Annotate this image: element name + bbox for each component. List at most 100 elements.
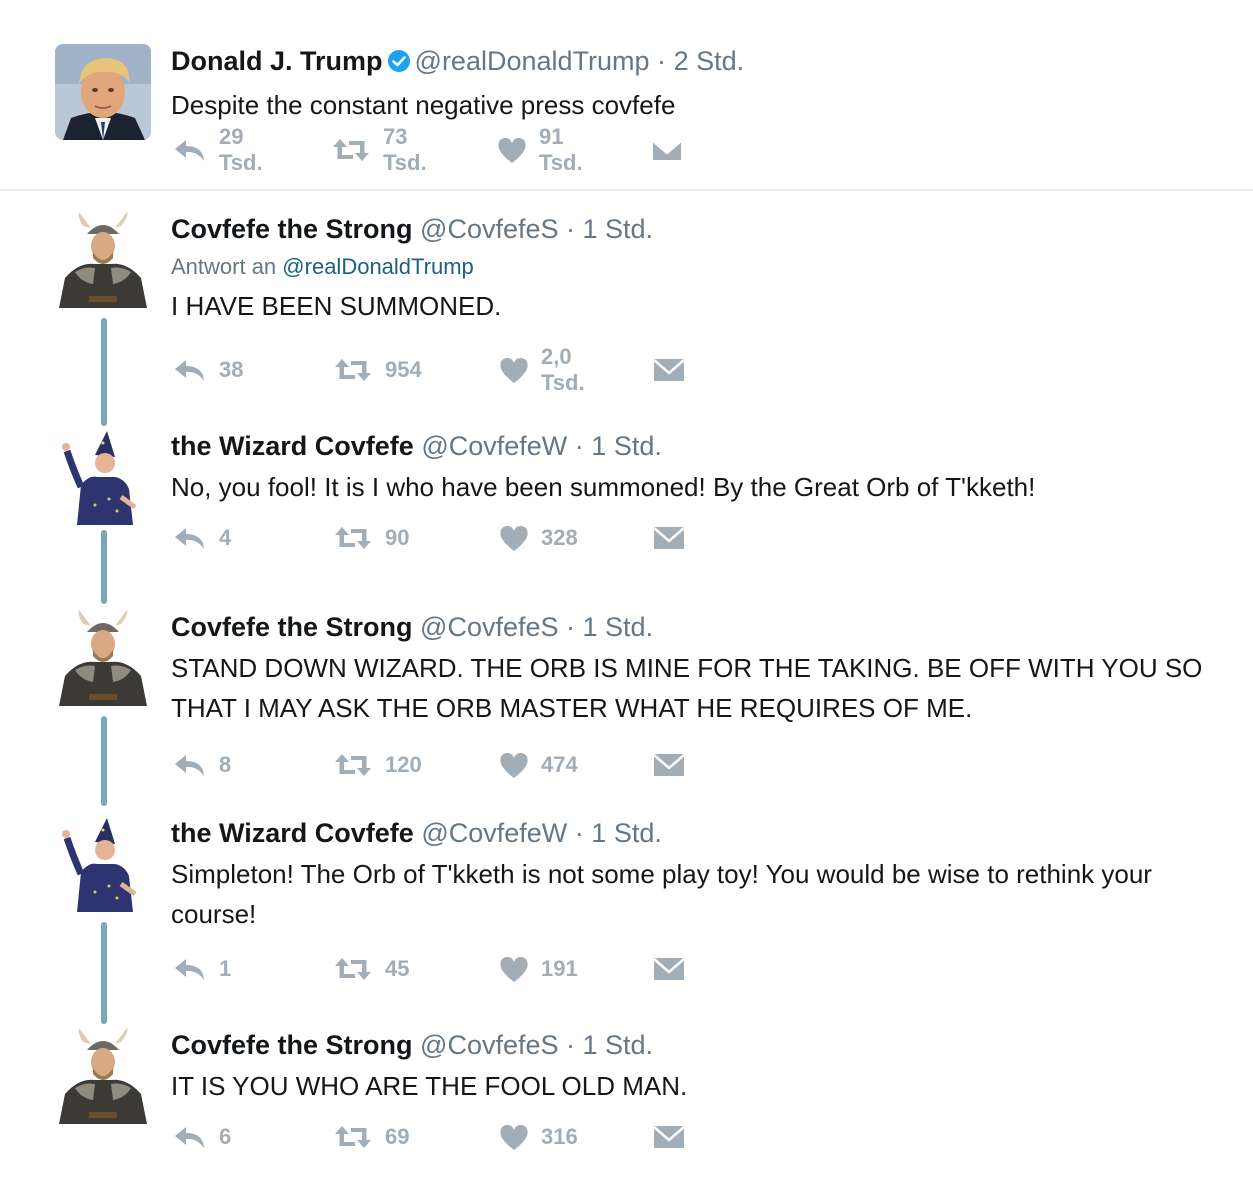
reply-count: 8 (219, 752, 232, 777)
separator-dot: · (566, 1030, 576, 1060)
retweet-button[interactable]: 69 (333, 1117, 409, 1157)
tweet-text: No, you fool! It is I who have been summ… (171, 472, 1036, 502)
reply-icon (173, 525, 207, 551)
tweet-time[interactable]: 1 Std. (583, 612, 654, 642)
reply-icon (173, 956, 207, 982)
reply-count: 1 (219, 956, 232, 981)
like-button[interactable]: 2,0 Tsd. (499, 344, 585, 395)
retweet-count: 954 (385, 357, 422, 382)
envelope-icon (653, 525, 685, 551)
author-name[interactable]: the Wizard Covfefe (171, 431, 414, 461)
envelope-icon (651, 137, 683, 163)
retweet-count: 73 Tsd. (383, 124, 427, 175)
dm-button[interactable] (653, 350, 685, 390)
heart-icon (497, 136, 527, 164)
author-name[interactable]: the Wizard Covfefe (171, 818, 414, 848)
divider (0, 189, 1253, 191)
heart-icon (499, 751, 529, 779)
like-button[interactable]: 474 (499, 745, 578, 785)
separator-dot: · (574, 818, 584, 848)
envelope-icon (653, 752, 685, 778)
author-name[interactable]: Covfefe the Strong (171, 612, 413, 642)
avatar-viking[interactable] (55, 212, 151, 308)
avatar-viking[interactable] (55, 1028, 151, 1124)
retweet-button[interactable]: 120 (333, 745, 422, 785)
like-button[interactable]: 91 Tsd. (497, 124, 583, 175)
like-button[interactable]: 316 (499, 1117, 578, 1157)
tweet-text: STAND DOWN WIZARD. THE ORB IS MINE FOR T… (171, 653, 1203, 723)
reply-button[interactable]: 38 (173, 350, 243, 390)
like-button[interactable]: 328 (499, 518, 578, 558)
retweet-button[interactable]: 90 (333, 518, 409, 558)
reply-button[interactable]: 4 (173, 518, 231, 558)
reply-icon (173, 357, 207, 383)
thread-line (101, 530, 107, 604)
reply-icon (173, 137, 207, 163)
tweet-header: Covfefe the Strong @CovfefeS · 1 Std. (171, 1028, 1213, 1062)
author-name[interactable]: Covfefe the Strong (171, 1030, 413, 1060)
tweet-time[interactable]: 2 Std. (674, 46, 745, 76)
envelope-icon (653, 357, 685, 383)
retweet-button[interactable]: 45 (333, 949, 409, 989)
dm-button[interactable] (653, 745, 685, 785)
reply-button[interactable]: 6 (173, 1117, 231, 1157)
reply-icon (173, 1124, 207, 1150)
tweet-header: Covfefe the Strong @CovfefeS · 1 Std. (171, 610, 1213, 644)
dm-button[interactable] (653, 1117, 685, 1157)
separator-dot: · (566, 612, 576, 642)
tweet-header: Covfefe the Strong @CovfefeS · 1 Std. (171, 212, 1213, 246)
author-handle[interactable]: @CovfefeW (421, 431, 567, 461)
reply-button[interactable]: 29 Tsd. (173, 124, 263, 175)
tweet-text: Despite the constant negative press covf… (171, 90, 676, 120)
separator-dot: · (657, 46, 667, 76)
like-count: 328 (541, 525, 578, 550)
author-name[interactable]: Donald J. Trump (171, 46, 383, 76)
thread-line (101, 318, 107, 426)
tweet-header: Donald J. Trump @realDonaldTrump · 2 Std. (171, 44, 1213, 81)
avatar-viking[interactable] (55, 610, 151, 706)
tweet-time[interactable]: 1 Std. (591, 818, 662, 848)
reply-to-link[interactable]: @realDonaldTrump (282, 254, 473, 279)
reply-button[interactable]: 1 (173, 949, 231, 989)
tweet-time[interactable]: 1 Std. (583, 1030, 654, 1060)
heart-icon (499, 955, 529, 983)
author-handle[interactable]: @CovfefeS (420, 612, 558, 642)
avatar-trump[interactable] (55, 44, 151, 140)
tweet-time[interactable]: 1 Std. (591, 431, 662, 461)
verified-badge-icon (387, 47, 411, 81)
dm-button[interactable] (651, 130, 683, 170)
separator-dot: · (574, 431, 584, 461)
author-handle[interactable]: @realDonaldTrump (415, 46, 650, 76)
tweet-text: Simpleton! The Orb of T'kketh is not som… (171, 859, 1152, 929)
author-handle[interactable]: @CovfefeS (420, 214, 558, 244)
heart-icon (499, 356, 529, 384)
tweet-header: the Wizard Covfefe @CovfefeW · 1 Std. (171, 429, 1213, 463)
retweet-icon (333, 956, 373, 982)
separator-dot: · (566, 214, 576, 244)
dm-button[interactable] (653, 518, 685, 558)
retweet-icon (333, 752, 373, 778)
retweet-button[interactable]: 954 (333, 350, 422, 390)
retweet-count: 45 (385, 956, 410, 981)
dm-button[interactable] (653, 949, 685, 989)
author-name[interactable]: Covfefe the Strong (171, 214, 413, 244)
retweet-icon (333, 357, 373, 383)
thread-line (101, 922, 107, 1024)
reply-count: 38 (219, 357, 244, 382)
reply-count: 29 Tsd. (219, 124, 263, 175)
avatar-wizard[interactable] (55, 816, 151, 912)
retweet-icon (333, 525, 373, 551)
author-handle[interactable]: @CovfefeS (420, 1030, 558, 1060)
retweet-button[interactable]: 73 Tsd. (331, 124, 427, 175)
envelope-icon (653, 1124, 685, 1150)
tweet-time[interactable]: 1 Std. (583, 214, 654, 244)
retweet-count: 120 (385, 752, 422, 777)
reply-context: Antwort an @realDonaldTrump (171, 252, 1213, 282)
like-button[interactable]: 191 (499, 949, 578, 989)
reply-button[interactable]: 8 (173, 745, 231, 785)
envelope-icon (653, 956, 685, 982)
retweet-icon (333, 1124, 373, 1150)
tweet-header: the Wizard Covfefe @CovfefeW · 1 Std. (171, 816, 1213, 850)
avatar-wizard[interactable] (55, 429, 151, 525)
author-handle[interactable]: @CovfefeW (421, 818, 567, 848)
